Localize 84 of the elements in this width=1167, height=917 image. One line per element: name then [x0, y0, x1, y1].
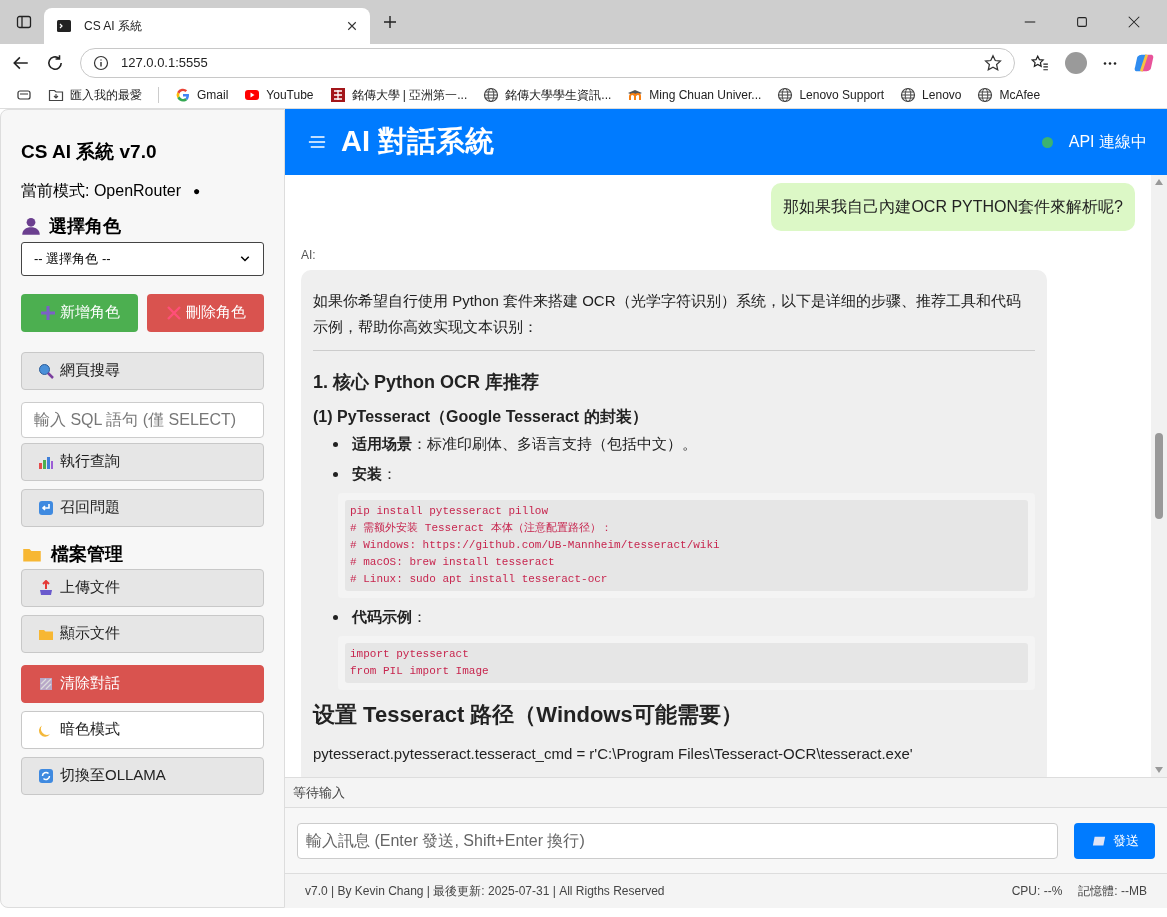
section-heading: 檔案管理: [51, 542, 123, 566]
section-heading: 设置 Tesseract 路径（Windows可能需要）: [313, 701, 744, 729]
api-status: API 連線中: [1068, 132, 1147, 152]
list-item: 安装：: [352, 464, 397, 484]
bookmark-link[interactable]: 銘傳大學學生資訊...: [483, 86, 612, 104]
bookmark-link[interactable]: Lenovo Support: [777, 86, 885, 104]
reload-icon: [46, 54, 64, 72]
subsection-heading: (1) PyTesseract（Google Tesseract 的封装）: [313, 407, 649, 427]
scroll-up-arrow-icon[interactable]: [1155, 179, 1163, 185]
magnifier-icon: [38, 362, 54, 379]
globe-icon: [977, 87, 994, 103]
person-icon: [21, 216, 41, 236]
section-heading: 選擇角色: [49, 214, 121, 238]
list-item: 适用场景：标准印刷体、多语言支持（包括中文）。: [352, 434, 697, 454]
send-button[interactable]: 發送: [1074, 822, 1155, 859]
plus-icon: [39, 304, 56, 321]
clear-chat-button[interactable]: 清除對話: [21, 664, 264, 703]
back-arrow-icon: [12, 54, 30, 72]
scrollbar[interactable]: [1151, 175, 1167, 777]
delete-role-button[interactable]: 刪除角色: [147, 293, 264, 332]
bookmark-link[interactable]: Gmail: [175, 86, 229, 104]
browser-tab[interactable]: CS AI 系統: [44, 8, 370, 44]
footer-credits: v7.0 | By Kevin Chang | 最後更新: 2025-07-31 | All Rigths Reserved: [305, 883, 666, 900]
paragraph: pytesseract.pytesseract.tesseract_cmd = r'C:\Program Files\Tesseract-OCR\tesseract.exe': [313, 744, 914, 764]
refresh-icon: [38, 767, 54, 784]
g-logo-icon: [175, 87, 191, 103]
message-input[interactable]: 輸入訊息 (Enter 發送, Shift+Enter 換行): [297, 822, 1058, 859]
play-logo-icon: [244, 87, 261, 103]
cpu-usage: CPU: --%: [1011, 883, 1063, 900]
page-title: AI 對話系統: [341, 124, 496, 160]
import-folder-icon: [48, 87, 64, 103]
more-icon[interactable]: [1103, 61, 1117, 65]
run-query-button[interactable]: 執行查詢: [21, 442, 264, 481]
show-files-button[interactable]: 顯示文件: [21, 614, 264, 653]
bookmark-link[interactable]: McAfee: [977, 86, 1041, 104]
close-icon: [346, 20, 358, 32]
new-tab-icon: [382, 14, 398, 30]
info-icon: [93, 55, 109, 71]
memory-usage: 記憶體: --MB: [1078, 883, 1147, 900]
bookmark-link[interactable]: 匯入我的最愛: [48, 86, 142, 104]
terminal-icon: [56, 18, 72, 34]
user-message: 那如果我自己內建OCR PYTHON套件來解析呢?: [771, 183, 1135, 231]
code-block: import pytesseract from PIL import Image: [345, 643, 1028, 683]
star-icon: [984, 54, 1002, 72]
bullet-icon: [333, 614, 338, 620]
bookmark-link[interactable]: Ming Chuan Univer...: [627, 86, 762, 104]
upload-file-button[interactable]: 上傳文件: [21, 568, 264, 607]
bullet-icon: [333, 471, 338, 477]
inbox-tray-icon: [38, 579, 54, 596]
dark-mode-button[interactable]: 暗色模式: [21, 710, 264, 749]
bookmark-link[interactable]: Lenovo: [900, 86, 962, 104]
status-text: 等待输入: [293, 783, 345, 802]
globe-icon: [900, 87, 917, 103]
section-heading: 1. 核心 Python OCR 库推荐: [313, 371, 540, 394]
scroll-down-arrow-icon[interactable]: [1155, 767, 1163, 773]
bullet-icon: [333, 441, 338, 447]
role-dropdown[interactable]: -- 選擇角色 --: [21, 241, 264, 276]
collections-icon: [16, 87, 32, 103]
crossed-square-icon: [38, 675, 54, 692]
cross-icon: [165, 304, 182, 321]
globe-icon: [777, 87, 794, 103]
close-icon: [1127, 15, 1141, 29]
paragraph: 如果你希望自行使用 Python 套件来搭建 OCR（光学字符识别）系统，以下是详细的步骤、推荐工具和代码示例，帮助你高效实现文本识别：: [313, 291, 1022, 337]
status-dot: ●: [193, 182, 201, 200]
profile-avatar[interactable]: [1065, 52, 1087, 74]
list-item: 代码示例：: [352, 607, 427, 627]
scrollbar-thumb[interactable]: [1155, 433, 1163, 519]
favorites-icon: [1031, 54, 1049, 72]
code-block: pip install pytesseract pillow # 需额外安装 Tesseract 本体（注意配置路径）： # Windows: https://github.com/UB-Mannheim/tesseract/wiki # macOS: brew install tesseract # Linux: sudo apt install tesseract-ocr: [345, 500, 1028, 591]
copilot-logo-icon: [1133, 52, 1155, 74]
sidebar-title: CS AI 系統 v7.0: [21, 140, 158, 164]
sql-input[interactable]: 輸入 SQL 語句 (僅 SELECT): [21, 401, 264, 438]
recall-button[interactable]: 召回問題: [21, 488, 264, 527]
cap-logo-icon: [627, 87, 644, 103]
mode-label: 當前模式: OpenRouter: [21, 180, 182, 201]
sender-label: AI:: [301, 247, 317, 264]
switch-model-button[interactable]: 切換至OLLAMA: [21, 756, 264, 795]
bookmark-link[interactable]: YouTube: [244, 86, 314, 104]
web-search-button[interactable]: 網頁搜尋: [21, 351, 264, 390]
crest-logo-icon: [329, 87, 346, 103]
maximize-icon: [1075, 15, 1089, 29]
globe-icon: [483, 87, 500, 103]
bookmark-link[interactable]: 銘傳大學 | 亞洲第一...: [329, 86, 468, 104]
sidebar-toggle-icon: [16, 14, 32, 30]
